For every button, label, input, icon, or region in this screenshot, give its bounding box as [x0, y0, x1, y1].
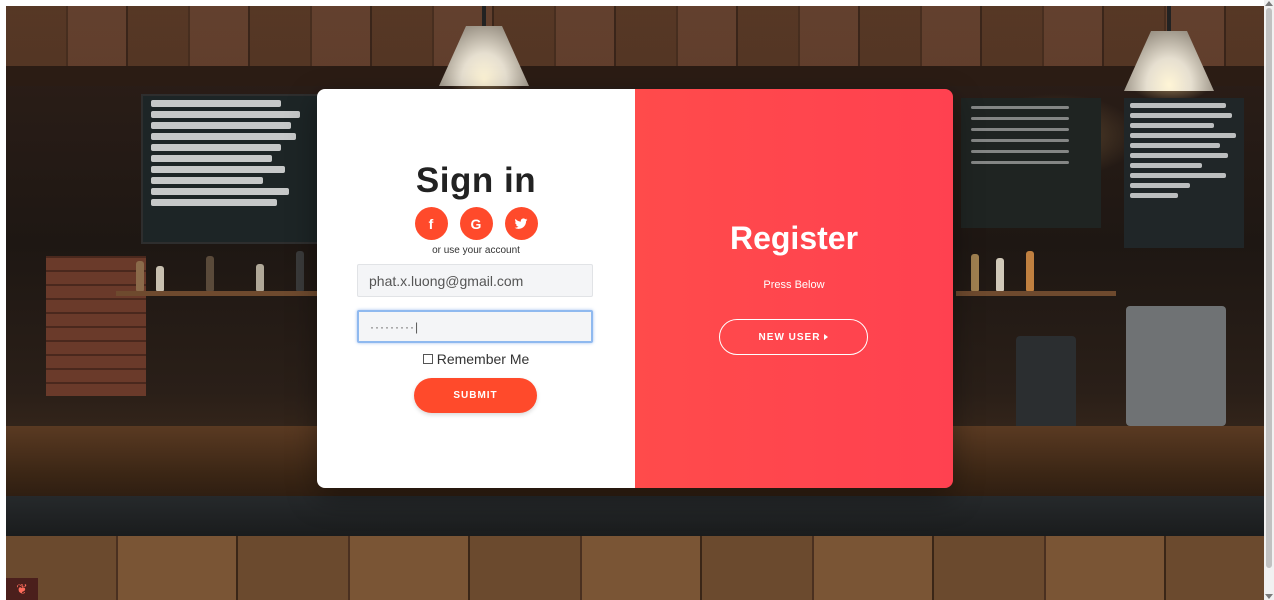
remember-me-label: Remember Me	[436, 351, 530, 367]
alt-login-text: or use your account	[432, 245, 520, 256]
register-subtitle: Press Below	[763, 279, 825, 291]
drink-menu-board-left	[141, 94, 331, 244]
brick-wall	[46, 256, 146, 396]
wood-bar-front	[6, 536, 1264, 600]
remember-me-row[interactable]: Remember Me	[317, 351, 635, 367]
lamp-cord	[482, 6, 486, 26]
twitter-login-button[interactable]	[504, 207, 538, 240]
new-user-label: NEW USER	[758, 331, 821, 343]
bottle	[136, 261, 144, 291]
facebook-login-button[interactable]: f	[414, 207, 448, 240]
signin-title: Sign in	[415, 161, 537, 200]
facebook-icon: f	[428, 215, 434, 232]
auth-card: Sign in f G or use your account Remember…	[317, 89, 953, 488]
signin-panel: Sign in f G or use your account Remember…	[317, 89, 635, 488]
new-user-button[interactable]: NEW USER	[719, 319, 868, 355]
scroll-up-icon[interactable]	[1265, 1, 1273, 6]
password-field[interactable]	[357, 310, 593, 343]
coffee-menu-board	[1124, 98, 1244, 248]
bottle	[1026, 251, 1034, 291]
bottle	[206, 256, 214, 291]
twitter-icon	[514, 217, 528, 229]
drink-menu-board-mid	[961, 98, 1101, 228]
scrollbar-thumb[interactable]	[1266, 8, 1272, 568]
submit-button[interactable]: SUBMIT	[414, 378, 537, 413]
ceiling-beam	[6, 66, 1264, 86]
bottle	[256, 264, 264, 291]
social-login-row: f G	[317, 207, 635, 240]
bar-shelf	[116, 291, 326, 296]
bottle	[971, 254, 979, 291]
bottle	[296, 251, 304, 291]
google-icon: G	[470, 215, 482, 232]
corner-logo-icon[interactable]: ❦	[6, 578, 38, 600]
lamp-cord	[1167, 6, 1171, 31]
bar-shelf	[956, 291, 1116, 296]
bottle	[156, 266, 164, 291]
email-field[interactable]	[357, 264, 593, 297]
caret-right-icon	[824, 334, 829, 340]
vertical-scrollbar[interactable]	[1264, 0, 1274, 600]
scroll-down-icon[interactable]	[1265, 594, 1273, 599]
espresso-machine	[1126, 306, 1226, 426]
coffee-grinder	[1016, 336, 1076, 436]
google-login-button[interactable]: G	[459, 207, 493, 240]
register-panel: Register Press Below NEW USER	[635, 89, 953, 488]
bottle	[996, 258, 1004, 291]
register-title: Register	[729, 220, 859, 256]
remember-me-checkbox[interactable]	[422, 354, 433, 364]
counter-top	[6, 496, 1264, 536]
